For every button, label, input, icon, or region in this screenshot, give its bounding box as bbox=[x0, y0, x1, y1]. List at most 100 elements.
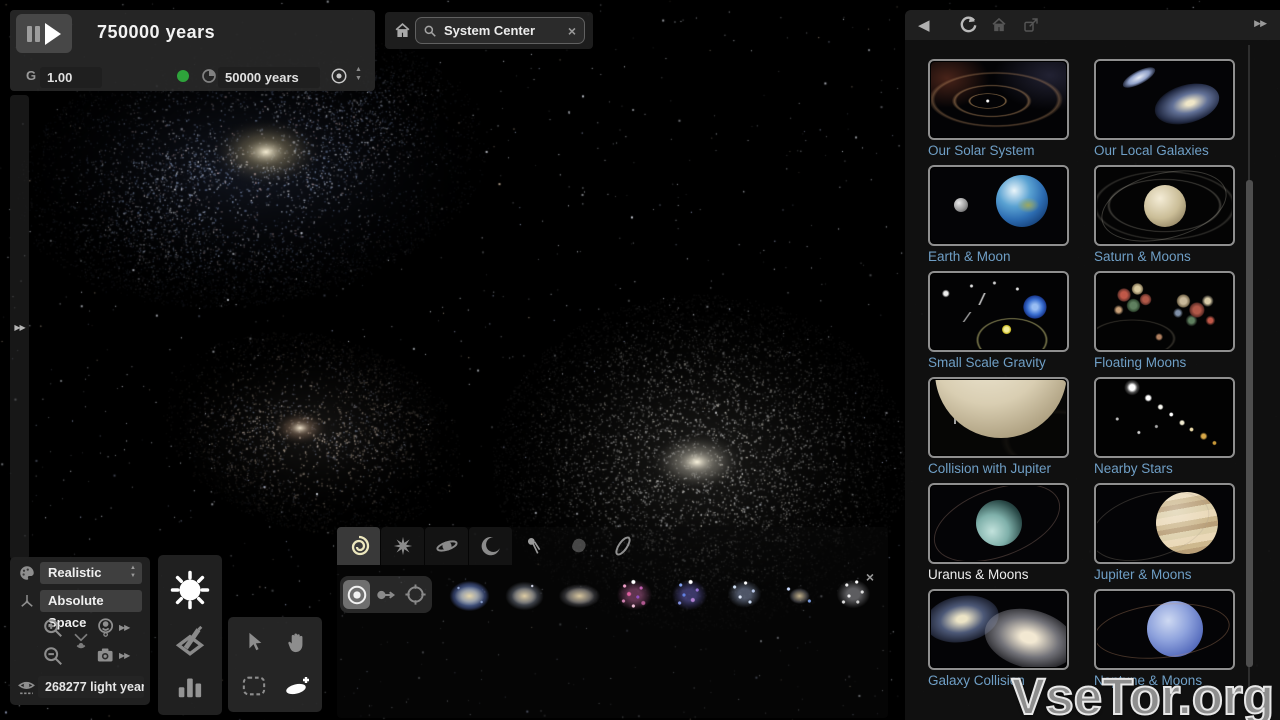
select-tool-icon[interactable] bbox=[243, 631, 265, 653]
sim-item-label: Small Scale Gravity bbox=[928, 355, 1071, 370]
edit-mode-icon[interactable] bbox=[173, 624, 207, 658]
place-target-icon[interactable] bbox=[402, 580, 429, 609]
gravity-input[interactable]: 1.00 bbox=[40, 67, 102, 88]
sim-item-saturn-moons[interactable]: Saturn & Moons bbox=[1094, 165, 1237, 264]
render-style-icon bbox=[18, 564, 36, 582]
browser-toolbar: ◀ ▶▶ bbox=[905, 10, 1280, 40]
galaxy-preset-6[interactable] bbox=[717, 571, 772, 621]
tab-asteroid[interactable] bbox=[557, 527, 600, 565]
sim-item-collision-with-jupiter[interactable]: Collision with Jupiter bbox=[928, 377, 1071, 476]
tool-panel bbox=[228, 617, 322, 712]
spawn-panel: × bbox=[337, 527, 888, 718]
jupiter-moons-thumbnail bbox=[1097, 486, 1232, 561]
add-object-tool-icon[interactable] bbox=[282, 673, 312, 699]
camera-chase-button[interactable]: ▶▶ bbox=[96, 646, 129, 664]
galaxy-preset-8[interactable] bbox=[827, 571, 882, 621]
uranus-moons-thumbnail bbox=[931, 486, 1066, 561]
render-mode-dropdown[interactable]: Realistic ▲▼ bbox=[40, 562, 142, 584]
pan-tool-icon[interactable] bbox=[285, 631, 308, 654]
home-icon[interactable] bbox=[394, 22, 411, 39]
sim-item-earth-moon[interactable]: Earth & Moon bbox=[928, 165, 1071, 264]
search-query: System Center bbox=[444, 23, 568, 38]
spawn-tabs bbox=[337, 527, 644, 565]
play-pause-button[interactable] bbox=[16, 14, 72, 53]
timestep-input[interactable]: 50000 years bbox=[218, 67, 320, 88]
collision-jupiter-thumbnail bbox=[931, 380, 1066, 455]
box-select-tool-icon[interactable] bbox=[242, 675, 266, 697]
watermark: VseTor.org bbox=[1011, 667, 1274, 720]
refresh-icon[interactable] bbox=[959, 15, 978, 34]
simulation-time-label: 750000 years bbox=[97, 22, 215, 43]
step-down-icon[interactable]: ▼ bbox=[355, 74, 362, 83]
sim-item-jupiter-moons[interactable]: Jupiter & Moons bbox=[1094, 483, 1237, 582]
tab-galaxy[interactable] bbox=[337, 527, 380, 565]
sim-item-nearby-stars[interactable]: Nearby Stars bbox=[1094, 377, 1237, 476]
galaxy-preset-7[interactable] bbox=[772, 571, 827, 621]
neptune-moons-thumbnail bbox=[1097, 592, 1232, 667]
universe-sandbox-app: 750000 years G 1.00 50000 years ▲ ▼ Syst… bbox=[0, 0, 1280, 720]
galaxy-preset-1[interactable] bbox=[442, 571, 497, 621]
tab-ring[interactable] bbox=[601, 527, 644, 565]
search-input[interactable]: System Center × bbox=[415, 17, 585, 44]
galaxy-collision-thumbnail bbox=[931, 592, 1066, 667]
expand-icon: ▶▶ bbox=[14, 323, 24, 332]
place-orbit-icon[interactable] bbox=[343, 580, 370, 609]
galaxy-preset-4[interactable] bbox=[607, 571, 662, 621]
floating-moons-thumbnail bbox=[1097, 274, 1232, 349]
side-panel-handle[interactable]: ▶▶ bbox=[10, 95, 29, 560]
follow-object-button[interactable]: ▶▶ bbox=[96, 617, 129, 638]
place-velocity-icon[interactable] bbox=[372, 580, 399, 609]
sim-item-label: Saturn & Moons bbox=[1094, 249, 1237, 264]
search-icon bbox=[423, 24, 437, 38]
sim-item-uranus-moons[interactable]: Uranus & Moons bbox=[928, 483, 1071, 582]
solar-system-thumbnail bbox=[931, 62, 1066, 137]
sim-item-floating-moons[interactable]: Floating Moons bbox=[1094, 271, 1237, 370]
collapse-panel-icon[interactable]: ▶▶ bbox=[1254, 18, 1266, 29]
sim-item-our-local-galaxies[interactable]: Our Local Galaxies bbox=[1094, 59, 1237, 158]
step-up-icon[interactable]: ▲ bbox=[355, 65, 362, 74]
tab-planet[interactable] bbox=[425, 527, 468, 565]
browser-home-icon[interactable] bbox=[991, 17, 1007, 33]
search-panel: System Center × bbox=[385, 12, 593, 49]
nearby-stars-thumbnail bbox=[1097, 380, 1232, 455]
galaxy-preset-2[interactable] bbox=[497, 571, 552, 621]
galaxy-preset-strip bbox=[442, 571, 882, 621]
time-control-panel: 750000 years G 1.00 50000 years ▲ ▼ bbox=[10, 10, 375, 91]
tab-moon[interactable] bbox=[469, 527, 512, 565]
sim-item-label: Jupiter & Moons bbox=[1094, 567, 1237, 582]
sim-item-label: Floating Moons bbox=[1094, 355, 1237, 370]
chase-ff-icon: ▶▶ bbox=[119, 651, 129, 660]
chart-mode-icon[interactable] bbox=[175, 671, 205, 701]
light-mode-icon[interactable] bbox=[169, 569, 211, 611]
back-icon[interactable]: ◀ bbox=[918, 16, 930, 34]
play-icon bbox=[45, 23, 61, 45]
scrollbar-thumb[interactable] bbox=[1246, 180, 1253, 667]
clear-search-icon[interactable]: × bbox=[568, 23, 576, 39]
tab-star[interactable] bbox=[381, 527, 424, 565]
sim-item-label: Uranus & Moons bbox=[928, 567, 1071, 582]
sim-item-our-solar-system[interactable]: Our Solar System bbox=[928, 59, 1071, 158]
space-mode-button[interactable]: Absolute Space bbox=[40, 590, 142, 612]
gravity-label: G bbox=[26, 68, 36, 83]
display-mode-panel bbox=[158, 555, 222, 715]
zoom-in-icon[interactable] bbox=[42, 617, 64, 639]
view-scale-value[interactable]: 268277 light years bbox=[38, 676, 144, 698]
simulation-browser-panel: ◀ ▶▶ Our Solar System Our Local Galaxies bbox=[905, 10, 1280, 720]
local-galaxies-thumbnail bbox=[1097, 62, 1232, 137]
placement-mode-group bbox=[340, 576, 432, 613]
auto-timestep-icon[interactable] bbox=[330, 67, 348, 85]
zoom-out-icon[interactable] bbox=[42, 645, 64, 667]
space-mode-icon bbox=[18, 592, 36, 610]
timestep-stepper[interactable]: ▲ ▼ bbox=[355, 65, 362, 83]
field-of-view-icon[interactable] bbox=[72, 631, 90, 651]
small-scale-gravity-thumbnail bbox=[931, 274, 1066, 349]
galaxy-preset-3[interactable] bbox=[552, 571, 607, 621]
follow-ff-icon: ▶▶ bbox=[119, 623, 129, 632]
simulation-grid: Our Solar System Our Local Galaxies Eart… bbox=[928, 59, 1237, 688]
open-external-icon[interactable] bbox=[1023, 17, 1039, 33]
pause-icon bbox=[27, 26, 40, 42]
sim-item-small-scale-gravity[interactable]: Small Scale Gravity bbox=[928, 271, 1071, 370]
tab-comet[interactable] bbox=[513, 527, 556, 565]
saturn-moons-thumbnail bbox=[1097, 168, 1232, 243]
galaxy-preset-5[interactable] bbox=[662, 571, 717, 621]
